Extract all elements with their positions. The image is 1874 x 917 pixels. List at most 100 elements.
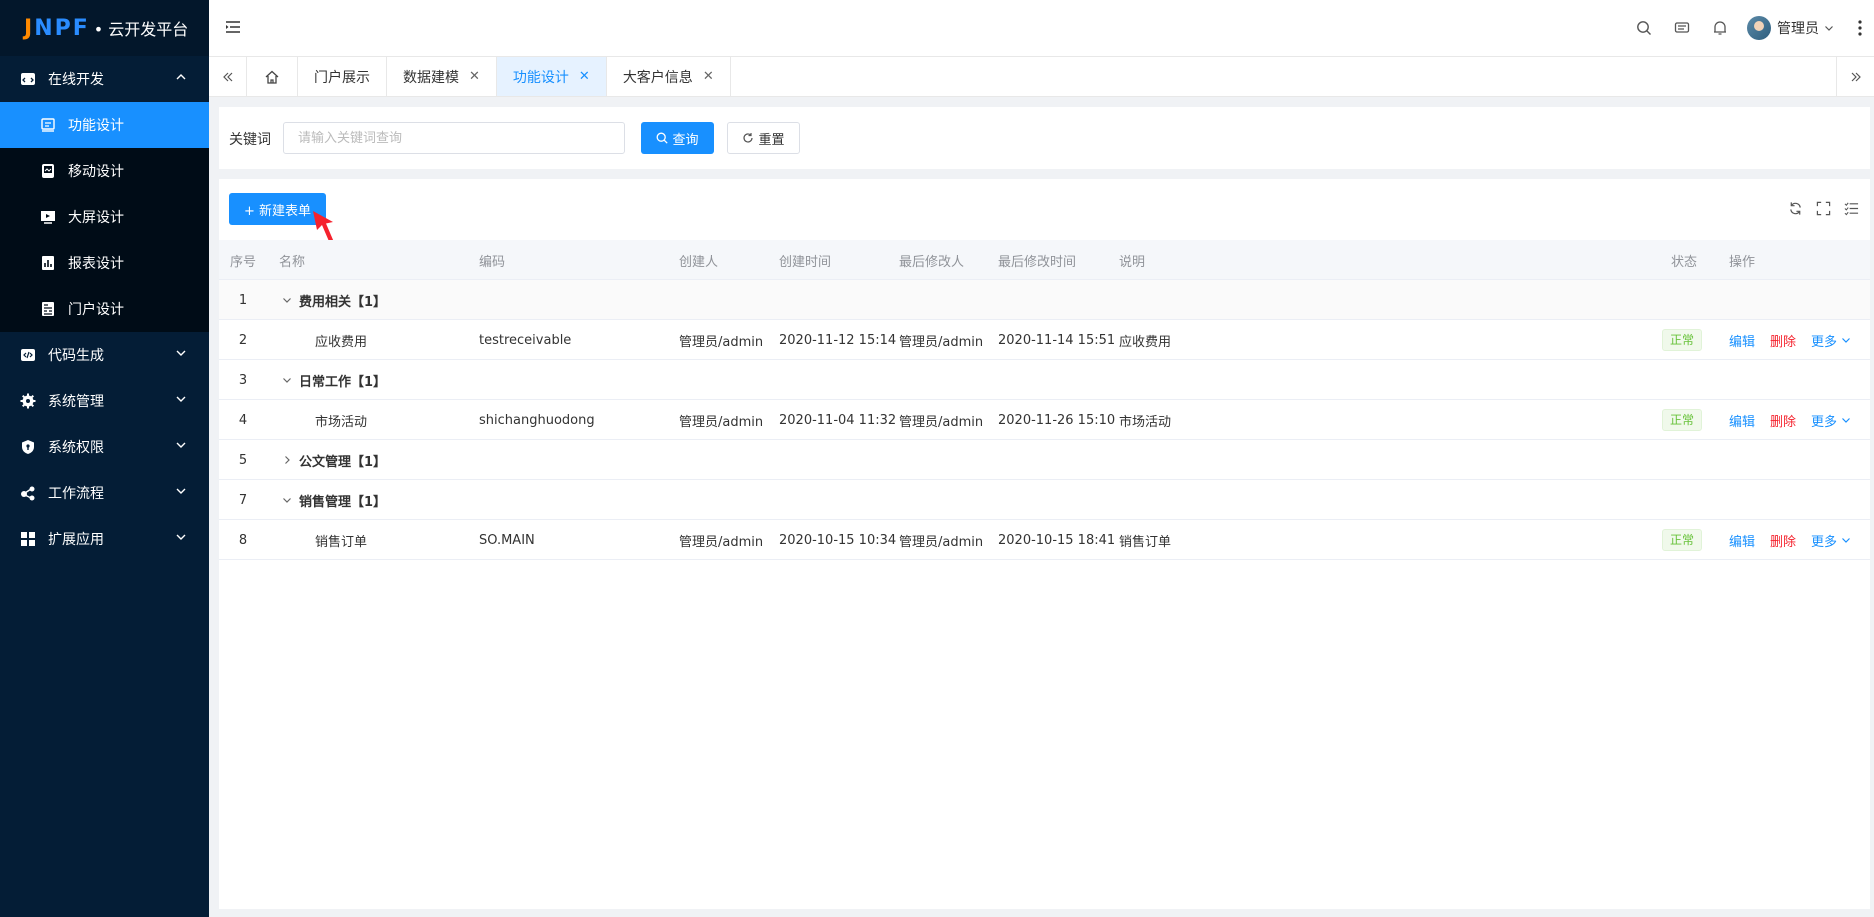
more-label: 更多 (1811, 534, 1838, 550)
query-button[interactable]: 查询 (641, 122, 714, 154)
menu-group-label: 在线开发 (48, 72, 104, 88)
more-dropdown[interactable]: 更多 (1811, 411, 1851, 430)
group-name-cell: 销售管理【1】 (279, 480, 386, 520)
row-name: 市场活动 (315, 414, 368, 430)
status-badge: 正常 (1662, 329, 1703, 351)
more-vertical-icon[interactable] (1850, 0, 1870, 56)
reset-button-label: 重置 (758, 132, 785, 148)
edit-link[interactable]: 编辑 (1729, 531, 1755, 550)
tabs-scroll-left-icon[interactable] (209, 57, 247, 96)
top-header: 管理员 (209, 0, 1874, 57)
col-code: 编码 (479, 254, 506, 270)
close-icon[interactable]: ✕ (579, 69, 590, 84)
flow-icon (20, 485, 36, 501)
row-create-time: 2020-10-15 10:34 (779, 532, 897, 548)
column-settings-icon[interactable] (1842, 199, 1860, 217)
table-group-row[interactable]: 7 销售管理【1】 (219, 480, 1870, 520)
more-dropdown[interactable]: 更多 (1811, 531, 1851, 550)
tab-data-modeling[interactable]: 数据建模 ✕ (387, 57, 497, 96)
row-modify-time: 2020-11-26 15:10 (998, 412, 1116, 428)
message-icon[interactable] (1663, 0, 1701, 56)
menu-group-label: 工作流程 (48, 486, 104, 502)
logo[interactable]: JNPF • 云开发平台 (0, 0, 209, 56)
gear-icon (20, 393, 36, 409)
search-icon (656, 132, 669, 144)
menu-group-label: 系统管理 (48, 394, 104, 410)
row-index: 7 (238, 492, 248, 508)
row-actions: 编辑 删除 更多 (1729, 400, 1851, 440)
user-name: 管理员 (1777, 21, 1819, 37)
col-index: 序号 (229, 254, 256, 270)
tab-key-customer-info[interactable]: 大客户信息 ✕ (607, 57, 731, 96)
refresh-icon[interactable] (1786, 199, 1804, 217)
menu-group-system-manage[interactable]: 系统管理 (0, 378, 209, 424)
delete-link[interactable]: 删除 (1770, 331, 1796, 350)
group-name: 公文管理【1】 (299, 454, 387, 470)
sub-item-function-design[interactable]: 功能设计 (0, 102, 209, 148)
menu-group-extensions[interactable]: 扩展应用 (0, 516, 209, 562)
mobile-icon (40, 163, 56, 179)
row-creator: 管理员/admin (679, 534, 764, 550)
sub-item-portal-design[interactable]: 门户设计 (0, 286, 209, 332)
chevron-down-icon (1841, 535, 1851, 545)
row-modifier: 管理员/admin (899, 334, 984, 350)
search-panel: 关键词 查询 重置 (219, 107, 1870, 169)
menu-group-label: 扩展应用 (48, 532, 104, 548)
group-name: 销售管理【1】 (299, 494, 387, 510)
tab-home[interactable] (247, 57, 298, 96)
menu-fold-icon[interactable] (225, 19, 241, 39)
submenu-online-dev: 功能设计 移动设计 大屏设计 报表设计 门户设计 (0, 102, 209, 332)
row-name: 销售订单 (315, 534, 368, 550)
group-name-cell: 公文管理【1】 (279, 440, 386, 480)
row-actions: 编辑 删除 更多 (1729, 320, 1851, 360)
sub-item-label: 大屏设计 (68, 210, 124, 226)
tab-label: 数据建模 (403, 69, 459, 86)
sub-item-mobile-design[interactable]: 移动设计 (0, 148, 209, 194)
close-icon[interactable]: ✕ (703, 69, 714, 84)
chevron-down-icon (175, 439, 187, 455)
tabs-scroll-right-icon[interactable] (1836, 57, 1874, 96)
chevron-down-icon (1841, 335, 1851, 345)
table-group-row[interactable]: 3 日常工作【1】 (219, 360, 1870, 400)
sidebar: JNPF • 云开发平台 在线开发 功能设计 移动设计 大屏设计 报表设计 门户… (0, 0, 209, 917)
status-badge: 正常 (1662, 529, 1703, 551)
search-icon[interactable] (1625, 0, 1663, 56)
row-index: 1 (238, 292, 248, 308)
chevron-down-icon (1824, 23, 1834, 33)
menu-group-code-gen[interactable]: 代码生成 (0, 332, 209, 378)
chevron-down-icon (175, 531, 187, 547)
tab-label: 功能设计 (512, 69, 569, 86)
keyword-input[interactable] (283, 122, 625, 154)
delete-link[interactable]: 删除 (1770, 411, 1796, 430)
menu-group-online-dev[interactable]: 在线开发 (0, 56, 209, 102)
menu-group-system-permission[interactable]: 系统权限 (0, 424, 209, 470)
chevron-right-icon[interactable] (279, 455, 295, 465)
close-icon[interactable]: ✕ (469, 69, 480, 84)
table-group-row[interactable]: 1 费用相关【1】 (219, 280, 1870, 320)
tab-portal-display[interactable]: 门户展示 (298, 57, 387, 96)
sub-item-bigscreen-design[interactable]: 大屏设计 (0, 194, 209, 240)
user-dropdown[interactable]: 管理员 (1747, 16, 1834, 40)
delete-link[interactable]: 删除 (1770, 531, 1796, 550)
edit-link[interactable]: 编辑 (1729, 331, 1755, 350)
chevron-down-icon (1841, 415, 1851, 425)
tab-function-design[interactable]: 功能设计 ✕ (496, 57, 607, 96)
status-badge-cell: 正常 (1662, 320, 1703, 360)
col-modify-time: 最后修改时间 (998, 254, 1077, 270)
more-dropdown[interactable]: 更多 (1811, 331, 1851, 350)
sub-item-report-design[interactable]: 报表设计 (0, 240, 209, 286)
more-label: 更多 (1811, 334, 1838, 350)
fullscreen-icon[interactable] (1814, 199, 1832, 217)
code-icon (20, 347, 36, 363)
bell-icon[interactable] (1701, 0, 1739, 56)
menu-group-workflow[interactable]: 工作流程 (0, 470, 209, 516)
table-row: 4 市场活动 shichanghuodong 管理员/admin 2020-11… (219, 400, 1870, 440)
chevron-down-icon[interactable] (279, 295, 295, 305)
chevron-down-icon[interactable] (279, 495, 295, 505)
table-group-row[interactable]: 5 公文管理【1】 (219, 440, 1870, 480)
reset-button[interactable]: 重置 (727, 122, 800, 154)
col-name: 名称 (279, 254, 306, 270)
chevron-down-icon[interactable] (279, 375, 295, 385)
edit-link[interactable]: 编辑 (1729, 411, 1755, 430)
avatar (1747, 16, 1771, 40)
